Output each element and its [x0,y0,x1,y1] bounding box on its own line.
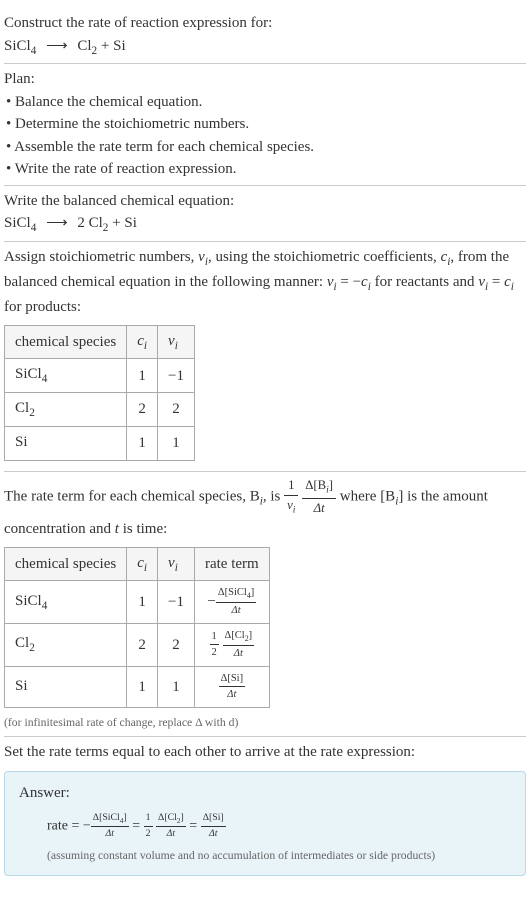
cell-species: Cl2 [5,393,127,427]
rate-term-section: The rate term for each chemical species,… [4,472,526,737]
table-header-row: chemical species ci νi [5,325,195,359]
header-rate: rate term [194,547,269,581]
plan-item-stoich: • Determine the stoichiometric numbers. [6,113,526,136]
stoich-table: chemical species ci νi SiCl4 1 −1 Cl2 2 … [4,325,195,462]
answer-equation: rate = −Δ[SiCl4]Δt = 12 Δ[Cl2]Δt = Δ[Si]… [47,811,511,842]
fraction: Δ[Si]Δt [201,811,226,841]
header-species: chemical species [5,325,127,359]
cell-rate: −Δ[SiCl4]Δt [194,581,269,624]
rate-term-table: chemical species ci νi rate term SiCl4 1… [4,547,270,709]
intro-equation: SiCl4 ⟶ Cl2 + Si [4,35,526,60]
fraction: Δ[SiCl4]Δt [91,811,129,842]
cell-species: SiCl4 [5,581,127,624]
intro-prompt: Construct the rate of reaction expressio… [4,12,526,35]
cell-rate: Δ[Si]Δt [194,666,269,708]
header-nui: νi [158,547,195,581]
fraction: Δ[Cl2]Δt [223,628,255,662]
table-row: SiCl4 1 −1 −Δ[SiCl4]Δt [5,581,270,624]
cell-ci: 1 [127,359,158,393]
plan-title: Plan: [4,68,526,91]
fraction: Δ[Si]Δt [219,671,246,704]
cell-nui: 1 [158,666,195,708]
final-section: Set the rate terms equal to each other t… [4,737,526,880]
cell-ci: 1 [127,581,158,624]
fraction: Δ[Bi]Δt [302,476,336,518]
header-nui: νi [158,325,195,359]
cell-ci: 2 [127,624,158,667]
cell-species: Si [5,427,127,461]
cell-rate: 12 Δ[Cl2]Δt [194,624,269,667]
balanced-equation: SiCl4 ⟶ 2 Cl2 + Si [4,212,526,237]
plan-item-rate-term: • Assemble the rate term for each chemic… [6,136,526,159]
cell-nui: 2 [158,624,195,667]
fraction: 1νi [284,476,298,518]
final-title: Set the rate terms equal to each other t… [4,741,526,764]
cell-nui: −1 [158,581,195,624]
balanced-rhs: 2 Cl2 + Si [77,215,137,231]
cell-ci: 1 [127,666,158,708]
plan-item-balance: • Balance the chemical equation. [6,91,526,114]
table-row: Si 1 1 Δ[Si]Δt [5,666,270,708]
fraction: Δ[Cl2]Δt [156,811,186,842]
answer-title: Answer: [19,782,511,805]
reaction-arrow-icon: ⟶ [46,212,68,235]
cell-nui: −1 [158,359,195,393]
intro-lhs: SiCl4 [4,38,36,54]
fraction: 12 [210,629,219,662]
cell-nui: 1 [158,427,195,461]
answer-note: (assuming constant volume and no accumul… [47,847,511,865]
intro-section: Construct the rate of reaction expressio… [4,8,526,64]
cell-nui: 2 [158,393,195,427]
cell-species: Cl2 [5,624,127,667]
header-ci: ci [127,325,158,359]
balanced-section: Write the balanced chemical equation: Si… [4,186,526,242]
stoich-text: Assign stoichiometric numbers, νi, using… [4,246,526,318]
table-row: Cl2 2 2 [5,393,195,427]
fraction: Δ[SiCl4]Δt [216,585,256,619]
header-ci: ci [127,547,158,581]
table-header-row: chemical species ci νi rate term [5,547,270,581]
rate-term-text: The rate term for each chemical species,… [4,476,526,541]
table-row: Si 1 1 [5,427,195,461]
fraction: 12 [144,811,153,841]
plan-item-expression: • Write the rate of reaction expression. [6,158,526,181]
stoich-section: Assign stoichiometric numbers, νi, using… [4,242,526,472]
cell-species: SiCl4 [5,359,127,393]
cell-species: Si [5,666,127,708]
balanced-title: Write the balanced chemical equation: [4,190,526,213]
table-row: SiCl4 1 −1 [5,359,195,393]
rate-term-note: (for infinitesimal rate of change, repla… [4,714,526,732]
header-species: chemical species [5,547,127,581]
plan-section: Plan: • Balance the chemical equation. •… [4,64,526,186]
cell-ci: 2 [127,393,158,427]
table-row: Cl2 2 2 12 Δ[Cl2]Δt [5,624,270,667]
reaction-arrow-icon: ⟶ [46,35,68,58]
intro-rhs: Cl2 + Si [77,38,125,54]
cell-ci: 1 [127,427,158,461]
answer-box: Answer: rate = −Δ[SiCl4]Δt = 12 Δ[Cl2]Δt… [4,771,526,876]
balanced-lhs: SiCl4 [4,215,36,231]
